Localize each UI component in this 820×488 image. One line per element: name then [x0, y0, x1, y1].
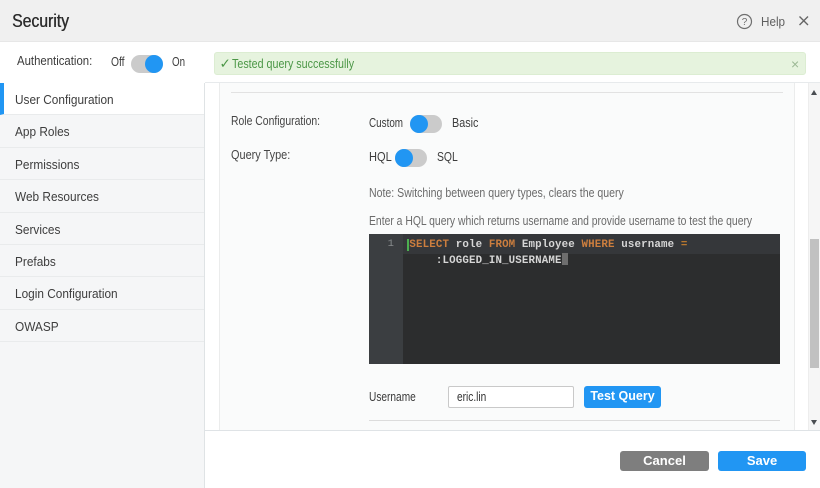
svg-text:?: ?	[742, 17, 748, 28]
svg-text:Help: Help	[761, 14, 785, 29]
